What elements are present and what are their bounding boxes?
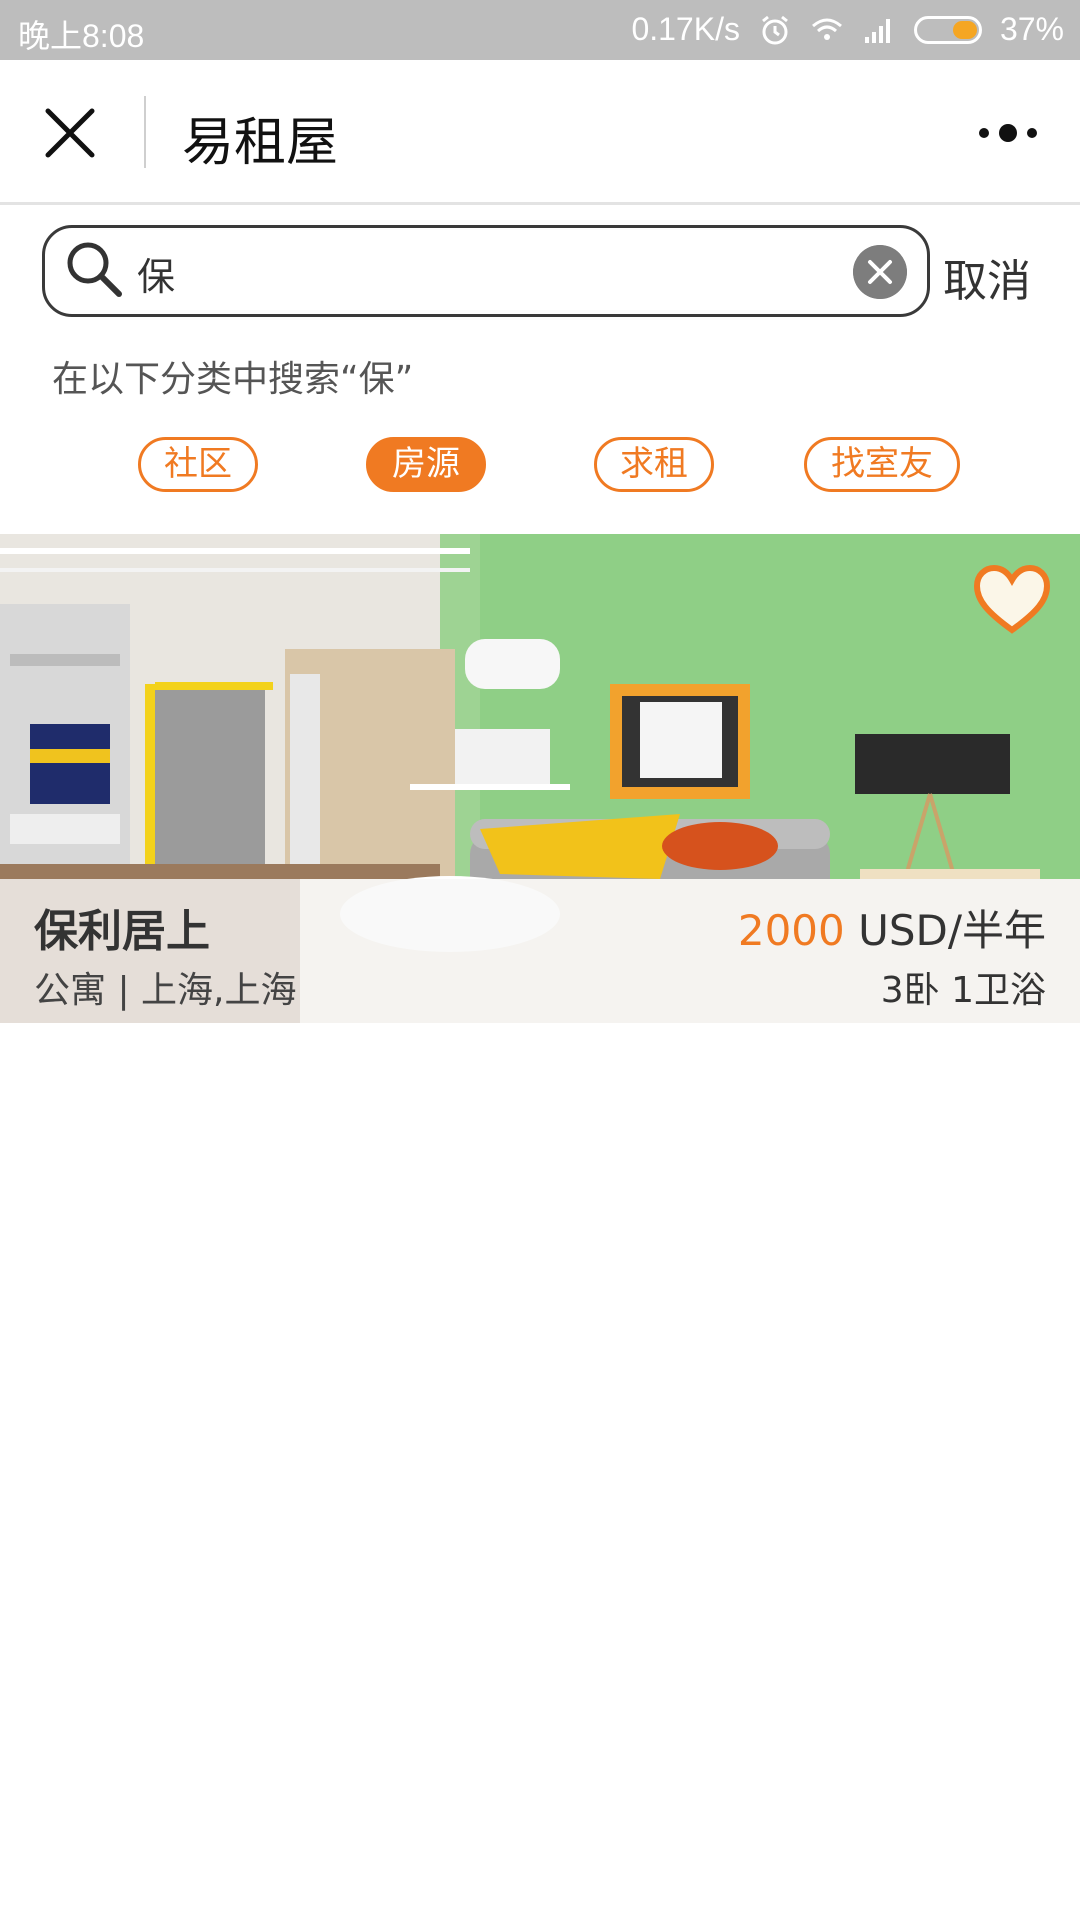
search-row: 保 取消 xyxy=(0,225,1080,317)
title-divider xyxy=(144,96,146,168)
tab-community[interactable]: 社区 xyxy=(138,437,258,492)
title-bar: 易租屋 xyxy=(0,60,1080,205)
status-bar: 晚上8:08 0.17K/s 37% xyxy=(0,0,1080,60)
status-time: 晚上8:08 xyxy=(18,18,145,54)
category-tabs: 社区 房源 求租 找室友 xyxy=(0,437,1080,493)
alarm-icon xyxy=(762,15,788,44)
price-unit: USD/半年 xyxy=(844,906,1046,955)
more-dots-icon[interactable] xyxy=(976,118,1040,148)
signal-icon xyxy=(864,18,890,43)
search-query[interactable]: 保 xyxy=(137,246,175,301)
price-amount: 2000 xyxy=(737,906,845,955)
clear-search-icon[interactable] xyxy=(853,245,907,299)
listing-price: 2000 USD/半年 xyxy=(738,897,1046,958)
network-speed: 0.17K/s xyxy=(631,11,740,47)
close-icon[interactable] xyxy=(42,105,98,161)
cancel-button[interactable]: 取消 xyxy=(943,245,1031,309)
search-icon xyxy=(67,242,122,297)
listing-title: 保利居上 xyxy=(34,906,210,957)
listing-rooms: 3卧 1卫浴 xyxy=(880,970,1046,1011)
battery-percent: 37% xyxy=(999,11,1064,47)
status-right-group: 0.17K/s 37% xyxy=(631,11,1064,48)
listing-info-overlay: 保利居上 公寓 | 上海,上海 2000 USD/半年 3卧 1卫浴 xyxy=(0,879,1080,1023)
heart-icon[interactable] xyxy=(973,564,1051,636)
battery-icon xyxy=(913,15,982,44)
page-title: 易租屋 xyxy=(182,113,339,173)
wifi-icon xyxy=(811,18,842,40)
tab-seeking-rent[interactable]: 求租 xyxy=(594,437,714,492)
battery-level xyxy=(952,20,977,39)
tab-find-roommate[interactable]: 找室友 xyxy=(804,437,960,492)
search-category-hint: 在以下分类中搜索“保” xyxy=(52,359,414,400)
tab-listings[interactable]: 房源 xyxy=(366,437,486,492)
listing-location: 公寓 | 上海,上海 xyxy=(34,970,297,1011)
search-input[interactable]: 保 xyxy=(42,225,930,317)
listing-card[interactable]: 保利居上 公寓 | 上海,上海 2000 USD/半年 3卧 1卫浴 xyxy=(0,534,1080,1023)
